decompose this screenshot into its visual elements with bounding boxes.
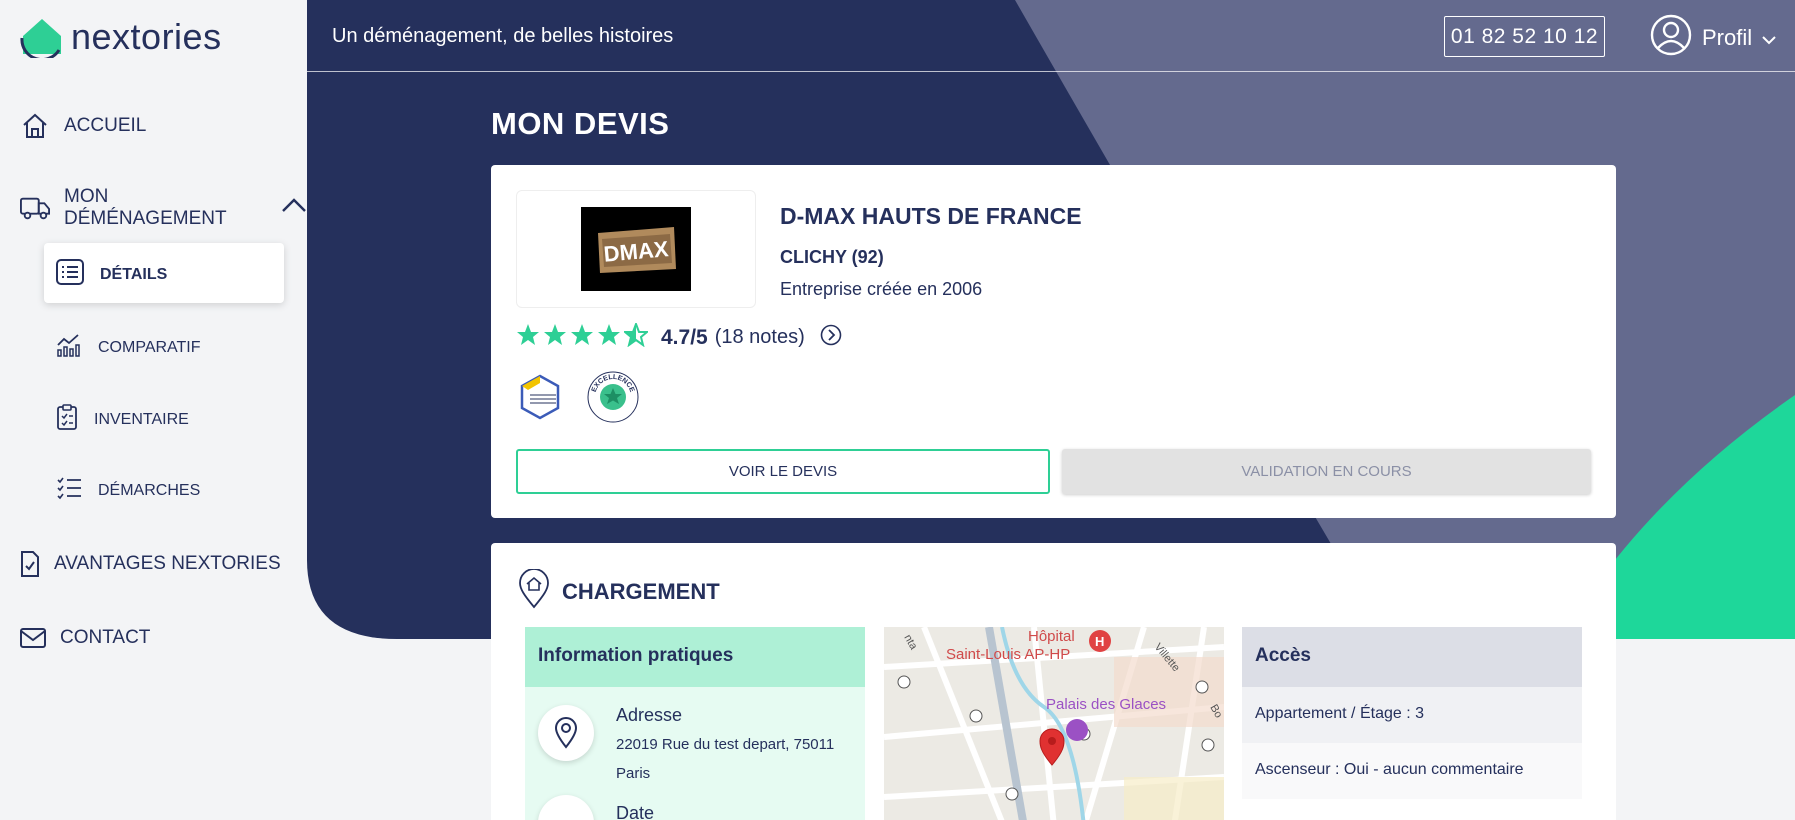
access-row: Ascenseur : Oui - aucun commentaire <box>1242 743 1582 799</box>
sidebar-item-contact[interactable]: CONTACT <box>20 623 150 653</box>
chart-icon <box>56 333 82 362</box>
list-icon <box>56 259 84 290</box>
sidebar-item-mon-demenagement[interactable]: MON DÉMÉNAGEMENT <box>20 186 307 230</box>
star-icon <box>570 323 594 352</box>
star-icon <box>516 323 540 352</box>
subitem-label: DÉTAILS <box>100 265 168 283</box>
profile-label: Profil <box>1702 25 1753 50</box>
chambre-syndicale-badge <box>516 373 564 426</box>
user-icon <box>1650 14 1692 62</box>
info-panel-title: Information pratiques <box>525 627 865 687</box>
excellence-badge: EXCELLENCE <box>586 370 640 429</box>
subitem-inventaire[interactable]: INVENTAIRE <box>56 404 189 435</box>
subitem-label: DÉMARCHES <box>98 481 201 499</box>
sidebar: nextories ACCUEIL MON DÉMÉNAGEMENT DÉTAI… <box>0 0 307 820</box>
logo-text: nextories <box>71 16 222 57</box>
star-half-icon <box>622 321 650 352</box>
section-title: CHARGEMENT <box>518 568 720 615</box>
access-row: Appartement / Étage : 3 <box>1242 687 1582 743</box>
address-label: Adresse <box>616 705 683 725</box>
location-pin-icon <box>538 705 594 761</box>
star-icon <box>543 323 567 352</box>
chargement-card: CHARGEMENT Information pratiques Adresse… <box>491 543 1616 820</box>
mail-icon <box>20 623 46 653</box>
sidebar-item-label: AVANTAGES NEXTORIES <box>54 553 281 574</box>
company-card: DMAX D-MAX HAUTS DE FRANCE CLICHY (92) E… <box>491 165 1616 518</box>
company-name: D-MAX HAUTS DE FRANCE <box>780 203 1082 229</box>
info-practical-panel: Information pratiques Adresse 22019 Rue … <box>525 627 865 820</box>
address-value: 22019 Rue du test depart, 75011 Paris <box>616 736 835 782</box>
rating-score: 4.7/5 <box>661 325 708 349</box>
subitem-comparatif[interactable]: COMPARATIF <box>56 333 201 362</box>
tagline: Un déménagement, de belles histoires <box>332 25 674 47</box>
sidebar-item-label: MON DÉMÉNAGEMENT <box>64 186 227 229</box>
access-panel: Accès Appartement / Étage : 3 Ascenseur … <box>1242 627 1582 820</box>
chevron-down-icon <box>1762 25 1776 51</box>
svg-text:H: H <box>1095 634 1104 649</box>
document-check-icon <box>20 549 40 579</box>
badges: EXCELLENCE <box>516 370 640 429</box>
sidebar-item-label: CONTACT <box>60 627 151 648</box>
rating: 4.7/5 (18 notes) <box>516 321 842 352</box>
dmax-logo: DMAX <box>581 207 691 291</box>
svg-text:Hôpital: Hôpital <box>1028 628 1075 645</box>
validation-status-button: VALIDATION EN COURS <box>1062 449 1591 494</box>
phone-button[interactable]: 01 82 52 10 12 <box>1444 16 1605 57</box>
view-quote-button[interactable]: VOIR LE DEVIS <box>516 449 1050 494</box>
star-icon <box>597 323 621 352</box>
location-home-icon <box>518 568 550 615</box>
address-row: Adresse 22019 Rue du test depart, 75011 … <box>538 705 836 788</box>
checklist-icon <box>56 476 82 505</box>
subitem-label: INVENTAIRE <box>94 410 189 428</box>
company-logo: DMAX <box>516 190 756 308</box>
section-title-label: CHARGEMENT <box>562 579 720 604</box>
page-title: MON DEVIS <box>491 106 670 141</box>
company-created: Entreprise créée en 2006 <box>780 279 983 299</box>
sidebar-item-avantages[interactable]: AVANTAGES NEXTORIES <box>20 549 281 579</box>
rating-count: (18 notes) <box>714 326 805 348</box>
company-city: CLICHY (92) <box>780 247 884 267</box>
sidebar-item-accueil[interactable]: ACCUEIL <box>20 111 146 141</box>
subitem-label: COMPARATIF <box>98 338 201 356</box>
chevron-right-circle-icon[interactable] <box>820 324 842 351</box>
clipboard-icon <box>56 404 78 435</box>
subitem-details[interactable]: DÉTAILS <box>56 259 167 290</box>
house-logo-icon <box>20 19 61 58</box>
access-panel-title: Accès <box>1242 627 1582 687</box>
nextories-logo[interactable]: nextories <box>19 16 222 58</box>
svg-text:Saint-Louis AP-HP: Saint-Louis AP-HP <box>946 646 1070 663</box>
subitem-demarches[interactable]: DÉMARCHES <box>56 476 200 505</box>
calendar-icon <box>538 795 594 820</box>
truck-icon <box>20 193 50 223</box>
home-icon <box>20 111 50 141</box>
date-label: Date <box>616 803 655 820</box>
chevron-up-icon[interactable] <box>281 197 307 219</box>
svg-text:Palais des Glaces: Palais des Glaces <box>1046 696 1166 713</box>
profile-menu[interactable]: Profil <box>1650 14 1776 62</box>
map[interactable]: H Hôpital Saint-Louis AP-HP Palais des G… <box>884 627 1224 820</box>
sidebar-item-label: ACCUEIL <box>64 115 147 136</box>
top-header: Un déménagement, de belles histoires 01 … <box>307 0 1795 72</box>
